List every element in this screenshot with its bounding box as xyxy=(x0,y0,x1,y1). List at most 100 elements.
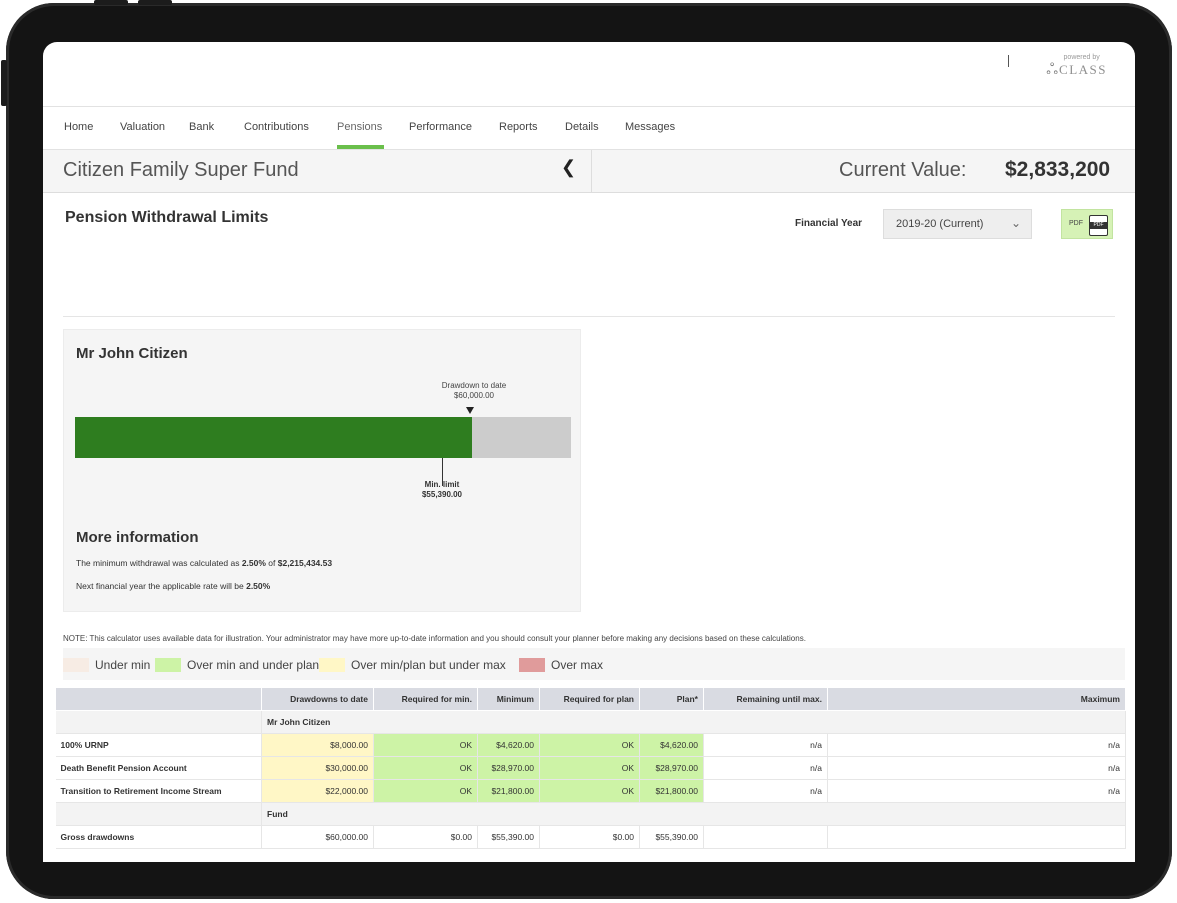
chevron-down-icon[interactable]: ❮ xyxy=(561,157,576,178)
financial-year-value: 2019-20 (Current) xyxy=(896,218,984,230)
tablet-top-button xyxy=(94,0,128,5)
cell-required-plan: OK xyxy=(539,756,640,780)
col-header-plan: Plan* xyxy=(639,687,704,711)
cell-required-plan: $0.00 xyxy=(539,825,640,849)
cell-minimum: $21,800.00 xyxy=(477,779,540,803)
fund-bar-divider xyxy=(591,150,592,192)
pdf-file-icon: PDF xyxy=(1089,215,1108,236)
min-limit-label: Min. limit $55,390.00 xyxy=(392,480,492,500)
cell-plan: $4,620.00 xyxy=(639,733,704,757)
cell-required-plan: OK xyxy=(539,733,640,757)
nav-home[interactable]: Home xyxy=(64,121,93,133)
topbar-divider xyxy=(1008,55,1009,67)
group-spacer xyxy=(55,710,262,734)
cell-drawdowns: $8,000.00 xyxy=(261,733,374,757)
table-row: Death Benefit Pension Account $30,000.00… xyxy=(55,756,1126,780)
col-header-remaining: Remaining until max. xyxy=(703,687,828,711)
nav-valuation[interactable]: Valuation xyxy=(120,121,165,133)
cell-drawdowns: $30,000.00 xyxy=(261,756,374,780)
drawdown-marker-icon xyxy=(466,407,474,414)
nav-messages[interactable]: Messages xyxy=(625,121,675,133)
pdf-button[interactable]: PDF PDF xyxy=(1061,209,1113,239)
cell-plan: $21,800.00 xyxy=(639,779,704,803)
withdrawal-card: Mr John Citizen Drawdown to date $60,000… xyxy=(63,329,581,612)
fund-name[interactable]: Citizen Family Super Fund xyxy=(63,159,299,182)
cell-maximum: n/a xyxy=(827,779,1126,803)
powered-by-text: powered by xyxy=(1063,54,1100,61)
cell-drawdowns: $22,000.00 xyxy=(261,779,374,803)
cell-remaining: n/a xyxy=(703,779,828,803)
more-info-title: More information xyxy=(76,529,199,546)
nav-performance[interactable]: Performance xyxy=(409,121,472,133)
financial-year-label: Financial Year xyxy=(795,218,863,229)
info1-rate: 2.50% xyxy=(241,558,266,568)
nav-active-indicator xyxy=(337,145,384,149)
legend-label-over-min-under-max: Over min/plan but under max xyxy=(351,658,506,672)
col-header-minimum: Minimum xyxy=(477,687,540,711)
info-next-year-rate: Next financial year the applicable rate … xyxy=(76,581,270,591)
nav-reports[interactable]: Reports xyxy=(499,121,538,133)
cell-minimum: $28,970.00 xyxy=(477,756,540,780)
row-label: Transition to Retirement Income Stream xyxy=(55,779,262,803)
drawdown-label-value: $60,000.00 xyxy=(453,391,495,400)
drawdown-progress-fill xyxy=(75,417,472,458)
info1-prefix: The minimum withdrawal was calculated as xyxy=(76,558,242,568)
row-label: Gross drawdowns xyxy=(55,825,262,849)
cell-maximum: n/a xyxy=(827,756,1126,780)
group-label-fund: Fund xyxy=(261,802,1126,826)
row-label: Death Benefit Pension Account xyxy=(55,756,262,780)
cell-required-plan: OK xyxy=(539,779,640,803)
cell-required-min: OK xyxy=(373,779,478,803)
current-value: $2,833,200 xyxy=(1005,158,1111,181)
app-screen: powered by ஃCLASS Home Valuation Bank Co… xyxy=(43,42,1135,862)
tablet-side-button xyxy=(1,60,7,106)
drawdown-label: Drawdown to date $60,000.00 xyxy=(404,381,544,401)
section-divider xyxy=(63,316,1115,317)
fund-bar: Citizen Family Super Fund ❮ Current Valu… xyxy=(43,150,1135,193)
info2-rate: 2.50% xyxy=(246,581,271,591)
col-header-label xyxy=(55,687,262,711)
legend-swatch-over-min-under-plan xyxy=(155,658,181,672)
current-value-label: Current Value: xyxy=(839,159,967,181)
table-row: Transition to Retirement Income Stream $… xyxy=(55,779,1126,803)
class-logo-icon: ஃ xyxy=(1046,61,1059,78)
brand-logo: powered by ஃCLASS xyxy=(1046,54,1107,80)
pdf-icon-band: PDF xyxy=(1089,222,1108,229)
chevron-down-icon: ⌄ xyxy=(1010,216,1021,230)
drawdown-label-title: Drawdown to date xyxy=(441,381,507,390)
nav-contributions[interactable]: Contributions xyxy=(244,121,309,133)
legend-swatch-over-max xyxy=(519,658,545,672)
table-header-row: Drawdowns to date Required for min. Mini… xyxy=(55,687,1126,711)
col-header-drawdowns: Drawdowns to date xyxy=(261,687,374,711)
legend: Under min Over min and under plan Over m… xyxy=(63,648,1125,680)
tablet-top-button xyxy=(138,0,172,5)
cell-remaining xyxy=(703,825,828,849)
cell-required-min: OK xyxy=(373,756,478,780)
legend-swatch-over-min-under-max xyxy=(319,658,345,672)
cell-plan: $28,970.00 xyxy=(639,756,704,780)
disclaimer-note: NOTE: This calculator uses available dat… xyxy=(63,634,806,643)
info2-prefix: Next financial year the applicable rate … xyxy=(76,581,247,591)
cell-minimum: $55,390.00 xyxy=(477,825,540,849)
cell-remaining: n/a xyxy=(703,733,828,757)
member-name: Mr John Citizen xyxy=(76,345,188,362)
cell-required-min: OK xyxy=(373,733,478,757)
min-limit-value: $55,390.00 xyxy=(421,490,463,499)
legend-swatch-under-min xyxy=(63,658,89,672)
cell-drawdowns: $60,000.00 xyxy=(261,825,374,849)
nav-pensions[interactable]: Pensions xyxy=(337,121,382,133)
group-label-member: Mr John Citizen xyxy=(261,710,1126,734)
withdrawal-table: Drawdowns to date Required for min. Mini… xyxy=(55,687,1126,849)
nav-details[interactable]: Details xyxy=(565,121,599,133)
top-bar: powered by ஃCLASS xyxy=(43,42,1135,107)
class-logo-text: CLASS xyxy=(1059,62,1107,77)
nav-bank[interactable]: Bank xyxy=(189,121,214,133)
cell-minimum: $4,620.00 xyxy=(477,733,540,757)
legend-label-over-min-under-plan: Over min and under plan xyxy=(187,658,320,672)
cell-remaining: n/a xyxy=(703,756,828,780)
info1-amount: $2,215,434.53 xyxy=(277,558,333,568)
info-min-withdrawal: The minimum withdrawal was calculated as… xyxy=(76,558,332,568)
row-label: 100% URNP xyxy=(55,733,262,757)
financial-year-select[interactable]: 2019-20 (Current) ⌄ xyxy=(883,209,1032,239)
group-spacer xyxy=(55,802,262,826)
